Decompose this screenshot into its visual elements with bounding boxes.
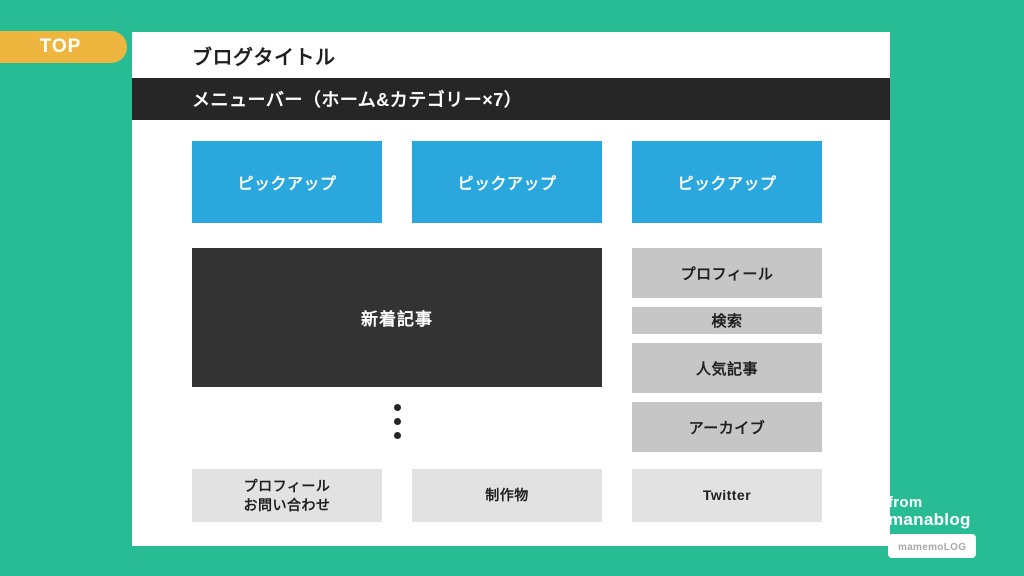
pickup-row: ピックアップ ピックアップ ピックアップ	[192, 120, 830, 223]
vertical-ellipsis-icon	[192, 387, 602, 439]
sidebar-item-label: アーカイブ	[688, 419, 766, 437]
site-mockup-panel: ブログタイトル メニューバー（ホーム&カテゴリー×7） ピックアップ ピックアッ…	[132, 32, 890, 546]
footer-item-label-line2: お問い合わせ	[243, 496, 331, 513]
footer-item-works[interactable]: 制作物	[412, 469, 602, 522]
middle-row: 新着記事 プロフィール 検索 人気記事 アーカイブ	[192, 223, 830, 452]
menu-bar-label: メニューバー（ホーム&カテゴリー×7）	[192, 90, 523, 110]
watermark-pill: mamemoLOG	[888, 534, 977, 558]
sidebar: プロフィール 検索 人気記事 アーカイブ	[632, 248, 822, 452]
pickup-box-1[interactable]: ピックアップ	[192, 141, 382, 223]
footer-item-twitter[interactable]: Twitter	[632, 469, 822, 522]
footer-item-label-line1: 制作物	[485, 487, 529, 504]
ellipsis-dot	[393, 418, 401, 425]
sidebar-item-label: 人気記事	[695, 360, 758, 378]
sidebar-item-search[interactable]: 検索	[632, 307, 822, 334]
site-header: ブログタイトル	[132, 32, 890, 78]
footer-item-profile-contact[interactable]: プロフィール お問い合わせ	[192, 469, 382, 522]
watermark: from manablog mamemoLOG	[888, 493, 1008, 558]
sidebar-item-archive[interactable]: アーカイブ	[632, 402, 822, 452]
pickup-box-label: ピックアップ	[677, 176, 777, 193]
top-badge-label: TOP	[39, 36, 82, 57]
watermark-line-1: from	[888, 493, 923, 511]
new-posts-label: 新着記事	[361, 310, 433, 329]
site-title: ブログタイトル	[192, 46, 336, 69]
top-badge: TOP	[0, 31, 127, 63]
ellipsis-dot	[393, 432, 401, 439]
watermark-line-2: manablog	[888, 510, 971, 530]
sidebar-item-popular-posts[interactable]: 人気記事	[632, 343, 822, 393]
main-column: 新着記事	[192, 248, 602, 439]
pickup-box-label: ピックアップ	[457, 176, 557, 193]
ellipsis-dot	[393, 404, 401, 411]
pickup-box-2[interactable]: ピックアップ	[412, 141, 602, 223]
panel-content: ピックアップ ピックアップ ピックアップ 新着記事 プロフィール 検索 人気記事…	[132, 120, 890, 546]
sidebar-item-label: プロフィール	[680, 265, 774, 283]
watermark-pill-label: mamemoLOG	[898, 542, 967, 553]
new-posts-box[interactable]: 新着記事	[192, 248, 602, 387]
footer-item-label-line1: Twitter	[702, 487, 752, 504]
pickup-box-label: ピックアップ	[237, 176, 337, 193]
menu-bar[interactable]: メニューバー（ホーム&カテゴリー×7）	[132, 78, 890, 120]
footer-item-label-line1: プロフィール	[243, 477, 331, 494]
sidebar-item-profile[interactable]: プロフィール	[632, 248, 822, 298]
pickup-box-3[interactable]: ピックアップ	[632, 141, 822, 223]
sidebar-item-label: 検索	[711, 313, 743, 330]
footer-row: プロフィール お問い合わせ 制作物 Twitter	[192, 469, 822, 522]
